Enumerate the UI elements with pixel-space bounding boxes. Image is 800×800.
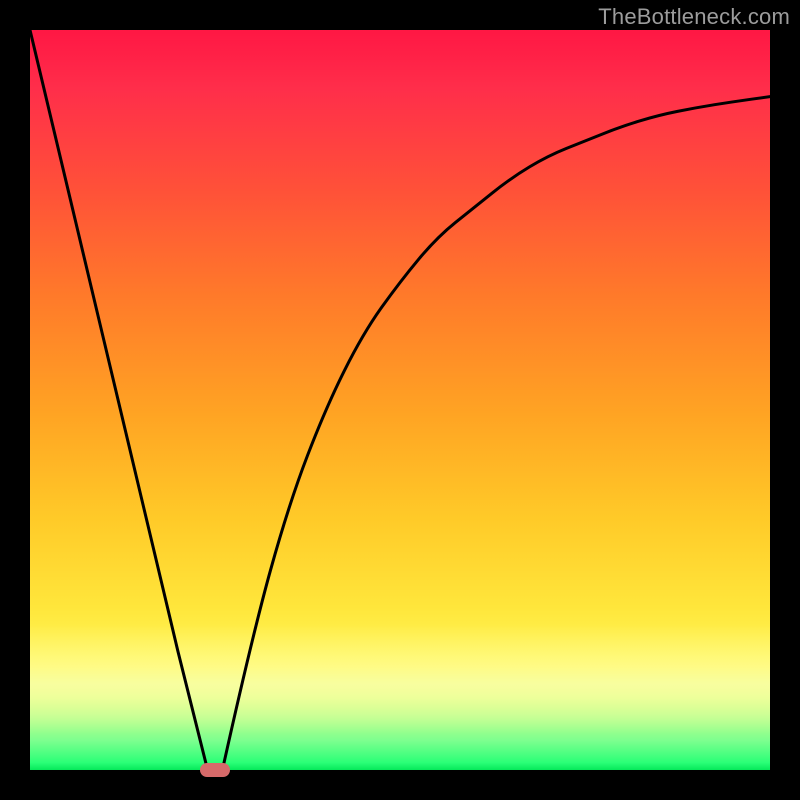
- curve-svg: [30, 30, 770, 770]
- optimum-marker: [200, 763, 230, 777]
- curve-right-branch: [222, 97, 770, 770]
- highlight-band: [30, 624, 770, 734]
- chart-plot-area: [30, 30, 770, 770]
- chart-frame: TheBottleneck.com: [0, 0, 800, 800]
- curve-left-branch: [30, 30, 208, 770]
- attribution-text: TheBottleneck.com: [598, 4, 790, 30]
